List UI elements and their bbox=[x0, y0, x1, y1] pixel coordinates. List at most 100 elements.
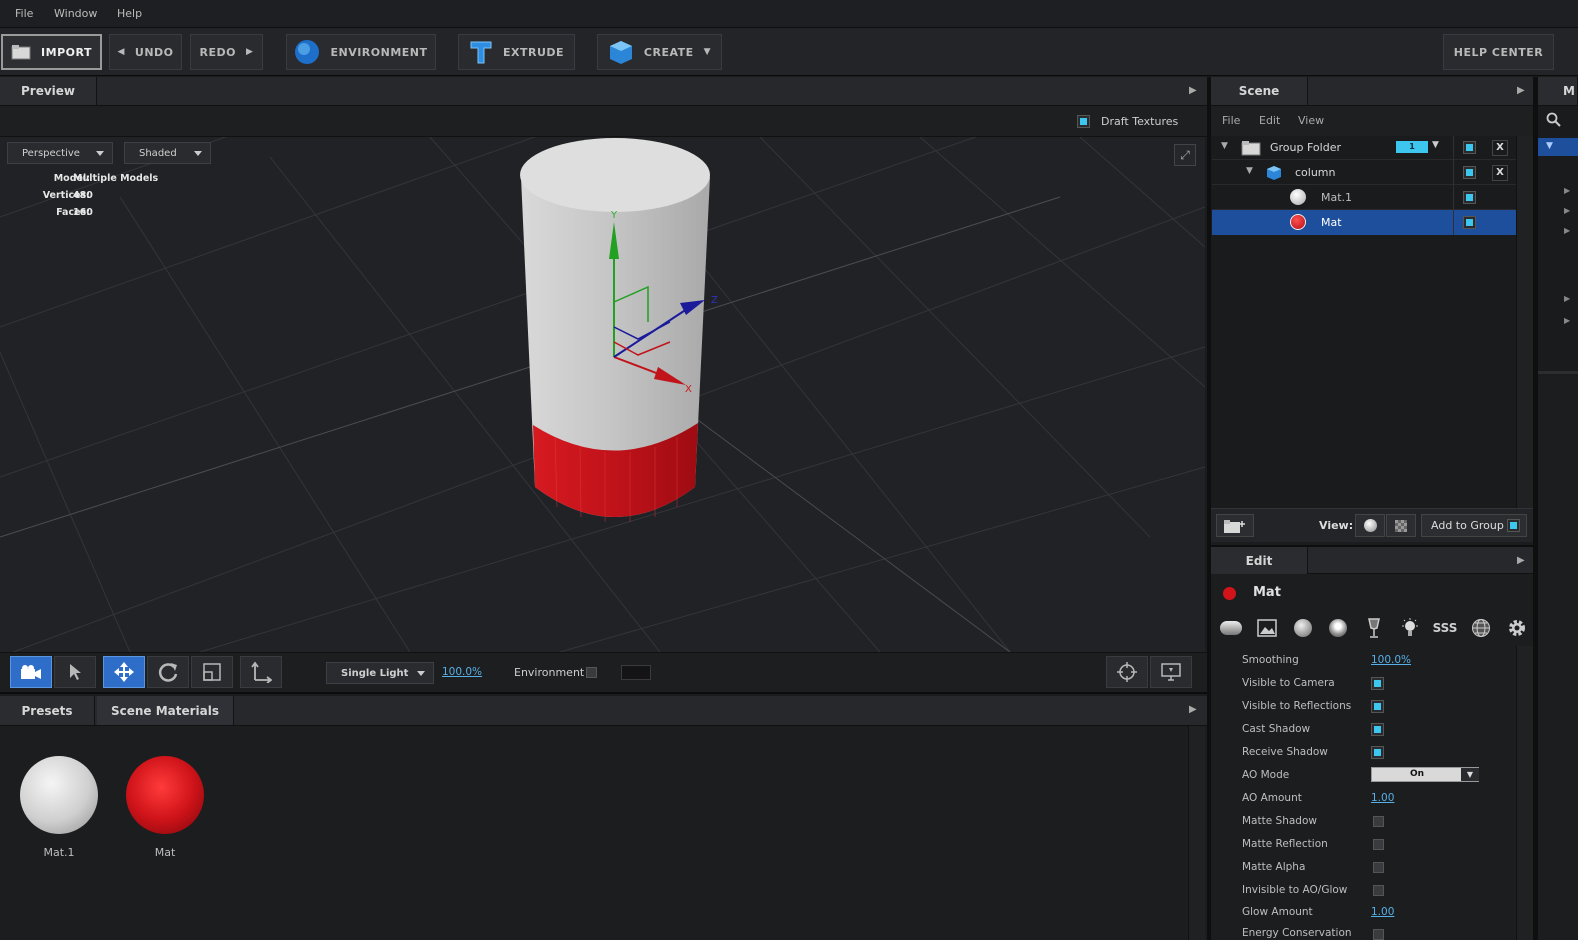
menu-window[interactable]: Window bbox=[54, 7, 97, 20]
tab-scene[interactable]: Scene bbox=[1211, 77, 1308, 105]
new-folder-button[interactable] bbox=[1216, 514, 1254, 537]
sss-icon[interactable]: SSS bbox=[1433, 618, 1458, 638]
gear-icon[interactable] bbox=[1505, 618, 1529, 638]
prop-glow-amount-label: Glow Amount bbox=[1242, 906, 1313, 918]
expand-arrow-icon[interactable]: ▶ bbox=[1564, 226, 1570, 235]
scene-menu-edit[interactable]: Edit bbox=[1259, 114, 1280, 127]
expand-arrow-icon[interactable]: ▶ bbox=[1564, 206, 1570, 215]
expand-arrow-icon[interactable]: ▼ bbox=[1246, 166, 1253, 176]
add-to-group-button[interactable]: Add to Group bbox=[1421, 514, 1527, 537]
extrude-button[interactable]: EXTRUDE bbox=[458, 34, 575, 70]
tab-edit[interactable]: Edit bbox=[1211, 547, 1308, 575]
transform-gizmo[interactable] bbox=[590, 207, 730, 397]
view-checker-button[interactable] bbox=[1386, 514, 1416, 537]
prop-matte-reflection-checkbox[interactable] bbox=[1373, 839, 1384, 850]
prop-receive-shadow-checkbox[interactable] bbox=[1371, 746, 1384, 759]
chevron-down-icon[interactable]: ▼ bbox=[1432, 140, 1439, 150]
light-bulb-icon[interactable] bbox=[1398, 618, 1422, 638]
cube-icon bbox=[609, 41, 632, 64]
prop-ao-mode-select[interactable]: On ▼ bbox=[1371, 767, 1479, 782]
view-sphere-button[interactable] bbox=[1355, 514, 1385, 537]
right-panel-selected-row[interactable]: ▼ bbox=[1538, 138, 1578, 156]
material-thumb-mat[interactable] bbox=[126, 756, 204, 834]
camera-tool-button[interactable] bbox=[10, 656, 52, 688]
panel-expand-icon[interactable]: ▶ bbox=[1517, 85, 1525, 96]
prop-matte-alpha-checkbox[interactable] bbox=[1373, 862, 1384, 873]
wireframe-sphere-icon[interactable] bbox=[1469, 618, 1493, 638]
scene-menu-view[interactable]: View bbox=[1298, 114, 1324, 127]
tab-preview[interactable]: Preview bbox=[0, 77, 97, 105]
prop-matte-reflection-label: Matte Reflection bbox=[1242, 838, 1328, 850]
material-name: Mat bbox=[1253, 585, 1281, 600]
close-icon[interactable]: X bbox=[1492, 165, 1508, 181]
prop-ao-amount-value[interactable]: 1.00 bbox=[1371, 792, 1394, 804]
search-icon[interactable] bbox=[1546, 112, 1562, 128]
material-type-icon[interactable] bbox=[1219, 618, 1243, 638]
redo-button[interactable]: REDO ▶ bbox=[190, 34, 263, 70]
expand-arrow-icon[interactable]: ▶ bbox=[1564, 294, 1570, 303]
materials-scrollbar[interactable] bbox=[1188, 726, 1205, 940]
tab-scene-materials[interactable]: Scene Materials bbox=[97, 696, 234, 725]
environment-button[interactable]: ENVIRONMENT bbox=[286, 34, 436, 70]
pivot-tool-button[interactable] bbox=[240, 656, 282, 688]
expand-arrow-icon[interactable]: ▼ bbox=[1221, 141, 1228, 151]
prop-cast-shadow-checkbox[interactable] bbox=[1371, 723, 1384, 736]
menu-help[interactable]: Help bbox=[117, 7, 142, 20]
render-view-button[interactable] bbox=[1150, 656, 1192, 688]
tab-presets[interactable]: Presets bbox=[0, 696, 95, 725]
visibility-checkbox[interactable] bbox=[1463, 191, 1476, 204]
prop-visible-reflections-checkbox[interactable] bbox=[1371, 700, 1384, 713]
draft-textures-checkbox[interactable] bbox=[1077, 115, 1090, 128]
visibility-checkbox[interactable] bbox=[1463, 216, 1476, 229]
visibility-checkbox[interactable] bbox=[1463, 141, 1476, 154]
help-center-button[interactable]: HELP CENTER bbox=[1443, 34, 1554, 70]
environment-checkbox[interactable] bbox=[586, 667, 597, 678]
prop-smoothing-value[interactable]: 100.0% bbox=[1371, 654, 1411, 666]
expand-arrow-icon[interactable]: ▶ bbox=[1564, 186, 1570, 195]
lighting-select[interactable]: Single Light bbox=[326, 662, 434, 684]
material-thumb-mat1[interactable] bbox=[20, 756, 98, 834]
import-button[interactable]: IMPORT bbox=[1, 34, 102, 70]
3d-viewport[interactable]: Y X Z Perspective Shaded ⤢ Model: Vertic… bbox=[0, 137, 1205, 652]
maximize-icon[interactable]: ⤢ bbox=[1174, 144, 1196, 166]
prop-matte-shadow-checkbox[interactable] bbox=[1373, 816, 1384, 827]
visibility-checkbox[interactable] bbox=[1463, 166, 1476, 179]
menu-file[interactable]: File bbox=[15, 7, 33, 20]
move-tool-button[interactable] bbox=[103, 656, 145, 688]
expand-arrow-icon[interactable]: ▶ bbox=[1564, 316, 1570, 325]
rotate-tool-button[interactable] bbox=[147, 656, 189, 688]
lighting-percent[interactable]: 100.0% bbox=[442, 666, 482, 678]
undo-button[interactable]: ◀ UNDO bbox=[109, 34, 182, 70]
shading-mode-select[interactable]: Shaded bbox=[124, 142, 211, 164]
prop-visible-camera-checkbox[interactable] bbox=[1371, 677, 1384, 690]
scene-menu-file[interactable]: File bbox=[1222, 114, 1240, 127]
panel-expand-icon[interactable]: ▶ bbox=[1189, 704, 1197, 715]
redo-label: REDO bbox=[199, 45, 237, 59]
scale-tool-button[interactable] bbox=[191, 656, 233, 688]
group-badge[interactable]: 1 bbox=[1396, 141, 1428, 153]
opacity-glass-icon[interactable] bbox=[1362, 618, 1386, 638]
scene-header: Scene ▶ bbox=[1211, 77, 1533, 106]
prop-visible-reflections-label: Visible to Reflections bbox=[1242, 700, 1352, 712]
diffuse-sphere-icon[interactable] bbox=[1291, 618, 1315, 638]
create-button[interactable]: CREATE ▼ bbox=[597, 34, 722, 70]
prop-invisible-ao-checkbox[interactable] bbox=[1373, 885, 1384, 896]
edit-scrollbar[interactable] bbox=[1516, 646, 1533, 940]
camera-mode-select[interactable]: Perspective bbox=[7, 142, 113, 164]
bump-sphere-icon[interactable] bbox=[1326, 618, 1350, 638]
scene-tree: ▼ Group Folder 1 ▼ ▼ column Mat.1 Mat X … bbox=[1211, 136, 1533, 508]
tab-right-panel[interactable]: M bbox=[1538, 77, 1578, 105]
prop-glow-amount-value[interactable]: 1.00 bbox=[1371, 906, 1394, 918]
environment-color-swatch[interactable] bbox=[621, 665, 651, 680]
add-to-group-checkbox[interactable] bbox=[1507, 519, 1520, 532]
close-icon[interactable]: X bbox=[1492, 140, 1508, 156]
select-tool-button[interactable] bbox=[54, 656, 96, 688]
panel-expand-icon[interactable]: ▶ bbox=[1517, 555, 1525, 566]
view-label: View: bbox=[1319, 519, 1354, 532]
scene-scrollbar[interactable] bbox=[1516, 136, 1533, 508]
texture-image-icon[interactable] bbox=[1255, 618, 1279, 638]
prop-energy-conservation-checkbox[interactable] bbox=[1373, 929, 1384, 940]
draft-textures-label: Draft Textures bbox=[1101, 115, 1179, 128]
panel-expand-icon[interactable]: ▶ bbox=[1189, 85, 1197, 96]
target-button[interactable] bbox=[1106, 656, 1148, 688]
